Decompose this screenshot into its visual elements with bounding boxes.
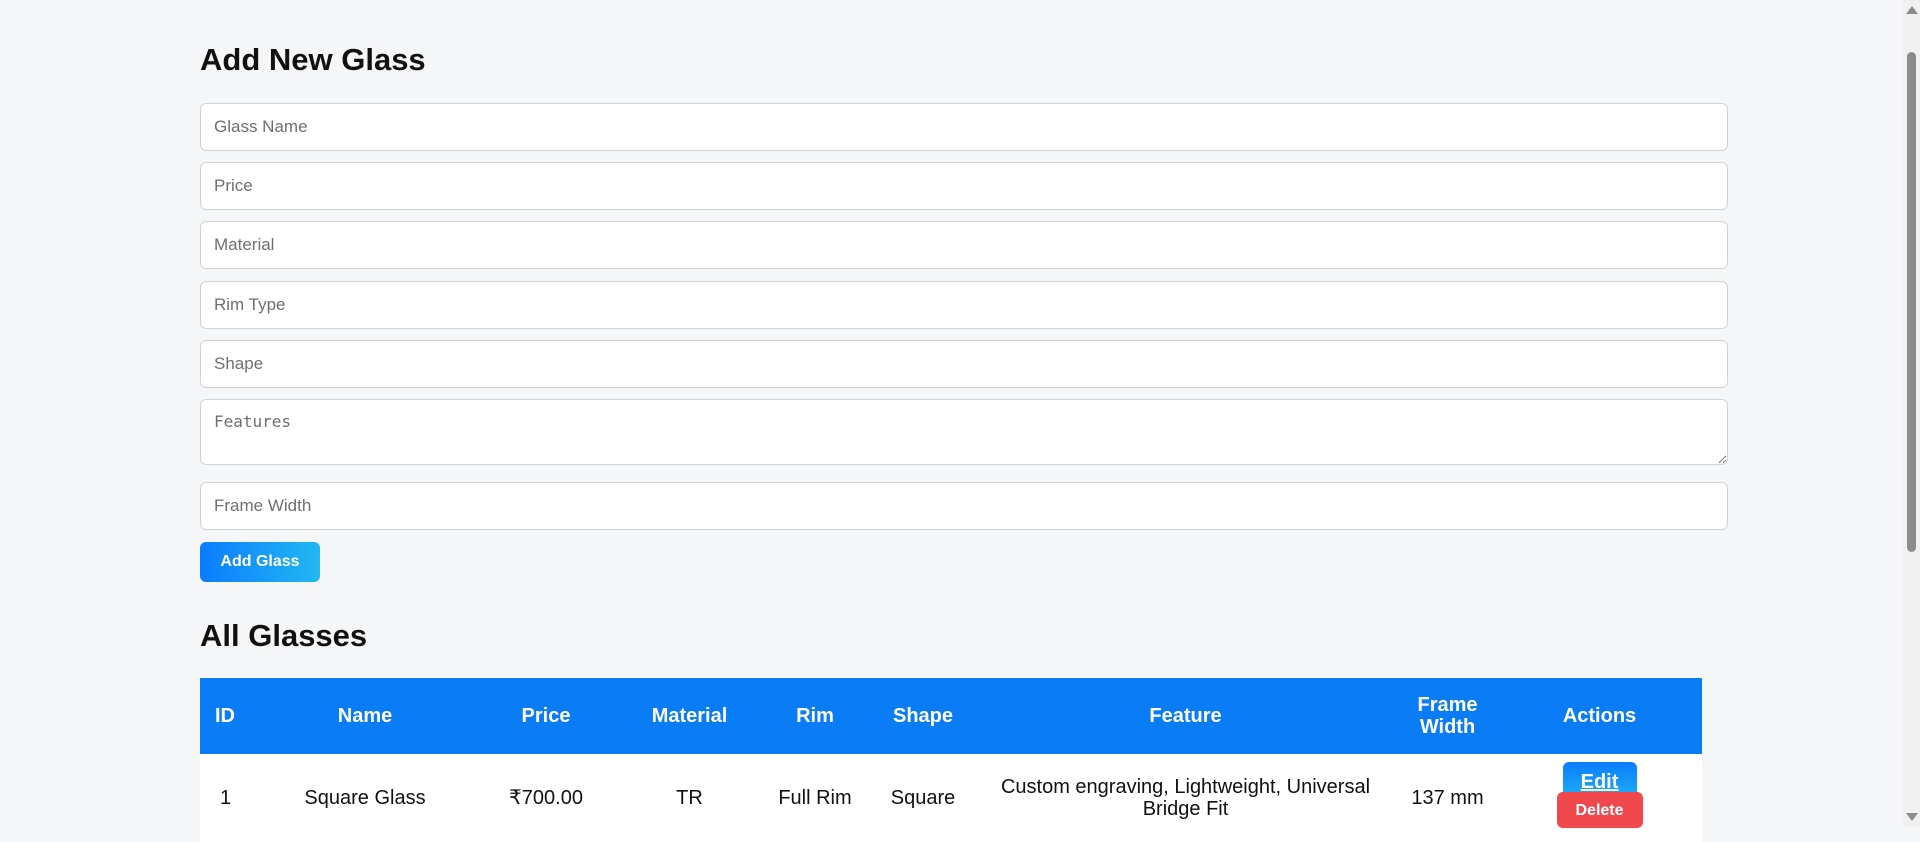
header-shape: Shape: [892, 705, 954, 727]
header-id: ID: [215, 705, 235, 727]
cell-price: ₹700.00: [509, 787, 583, 809]
glasses-table: ID Name Price Material Rim Shape Feature…: [200, 678, 1702, 842]
form-title: Add New Glass: [200, 42, 426, 77]
header-rim: Rim: [796, 705, 834, 727]
shape-input[interactable]: [200, 340, 1728, 388]
page-scrollbar[interactable]: [1903, 0, 1920, 827]
cell-actions: Edit Delete: [1497, 754, 1702, 842]
cell-name: Square Glass: [304, 787, 426, 809]
header-name: Name: [337, 705, 393, 727]
cell-id: 1: [220, 787, 232, 809]
header-frame-width: Frame Width: [1417, 694, 1478, 738]
cell-frame-width: 137 mm: [1411, 787, 1484, 809]
header-feature: Feature: [1149, 705, 1222, 727]
glass-name-input[interactable]: [200, 103, 1728, 151]
table-row: 1 Square Glass ₹700.00 TR Full Rim Squar…: [200, 754, 1702, 842]
header-price: Price: [521, 705, 571, 727]
header-material: Material: [651, 705, 728, 727]
list-title: All Glasses: [200, 618, 368, 653]
scroll-down-icon[interactable]: [1906, 813, 1918, 821]
scroll-up-icon[interactable]: [1906, 6, 1918, 14]
add-glass-button[interactable]: Add Glass: [200, 542, 320, 582]
scrollbar-thumb[interactable]: [1907, 52, 1916, 552]
material-input[interactable]: [200, 221, 1728, 269]
delete-button[interactable]: Delete: [1556, 792, 1643, 828]
cell-shape: Square: [890, 787, 956, 809]
cell-material: TR: [676, 787, 703, 809]
features-textarea[interactable]: [200, 399, 1728, 465]
table-header-row: ID Name Price Material Rim Shape Feature…: [200, 678, 1702, 754]
cell-feature: Custom engraving, Lightweight, Universal…: [1000, 776, 1371, 820]
price-input[interactable]: [200, 162, 1728, 210]
frame-width-input[interactable]: [200, 482, 1728, 530]
header-actions: Actions: [1562, 705, 1637, 727]
cell-rim: Full Rim: [778, 787, 852, 809]
rim-type-input[interactable]: [200, 281, 1728, 329]
